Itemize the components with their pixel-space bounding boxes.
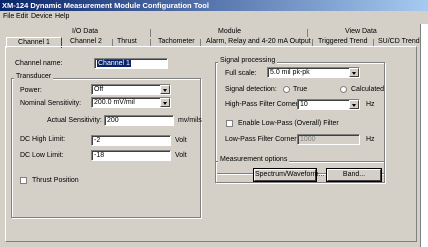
channel-name-input[interactable]: Channel 1 [94,58,168,69]
channel-name-label: Channel name: [15,60,63,67]
full-scale-value: 5.0 mil pk-pk [270,69,310,76]
tab-separator [150,29,151,37]
menu-bar: File Edit Device Help [0,11,428,24]
actual-sensitivity-unit: mv/mils [178,117,202,124]
true-radio-label: True [293,86,308,93]
transducer-group-title: Transducer [14,73,54,80]
chevron-down-icon[interactable] [160,85,170,94]
actual-sensitivity-input[interactable]: 200 [104,115,174,126]
tab-alarm-relay[interactable]: Alarm, Relay and 4-20 mA Output [206,38,311,45]
menu-edit[interactable]: Edit [16,13,28,20]
calculated-radio[interactable] [340,86,347,93]
tab-module[interactable]: Module [218,28,241,35]
dc-low-limit-input[interactable]: -18 [91,150,171,161]
power-label: Power: [20,87,42,94]
high-pass-filter-select[interactable]: 10 [297,99,360,110]
dc-high-limit-label: DC High Limit: [20,136,66,143]
high-pass-filter-label: High-Pass Filter Corner: [225,101,301,108]
dc-low-limit-unit: Volt [175,152,187,159]
thrust-position-checkbox[interactable] [20,177,27,184]
low-pass-filter-input[interactable]: 1000 [297,134,360,145]
nominal-sensitivity-label: Nominal Sensitivity: [20,100,82,107]
chevron-down-icon[interactable] [349,68,359,77]
tab-tachometer[interactable]: Tachometer [158,38,195,45]
power-value: Off [94,86,104,93]
full-scale-select[interactable]: 5.0 mil pk-pk [267,67,360,78]
actual-sensitivity-value: 200 [107,117,119,124]
low-pass-enable-label: Enable Low-Pass (Overall) Filter [238,120,339,127]
thrust-position-label: Thrust Position [32,177,79,184]
menu-file[interactable]: File [3,13,14,20]
dc-low-limit-label: DC Low Limit: [20,152,64,159]
dc-high-limit-value: -2 [94,137,101,144]
tab-thrust[interactable]: Thrust [117,38,137,45]
measurement-options-title: Measurement options [218,156,290,163]
power-select[interactable]: Off [91,84,171,95]
low-pass-enable-checkbox[interactable] [226,120,233,127]
full-scale-label: Full scale: [225,70,257,77]
channel-name-value: Channel 1 [97,60,131,67]
window-edge [420,24,428,247]
low-pass-filter-unit: Hz [366,136,375,143]
high-pass-filter-unit: Hz [366,101,375,108]
menu-help[interactable]: Help [55,13,69,20]
nominal-sensitivity-select[interactable]: 200.0 mV/mil [91,97,171,108]
low-pass-filter-label: Low-Pass Filter Corner: [225,136,299,143]
chevron-down-icon[interactable] [160,98,170,107]
dc-low-limit-value: -18 [94,152,105,159]
tab-sucd-trend[interactable]: SU/CD Trend [378,38,420,45]
tab-io-data[interactable]: I/O Data [72,28,98,35]
low-pass-filter-value: 1000 [300,136,316,143]
dc-high-limit-input[interactable]: -2 [91,135,171,146]
menu-device[interactable]: Device [31,13,52,20]
tab-view-data[interactable]: View Data [345,28,377,35]
signal-detection-label: Signal detection: [225,86,277,93]
high-pass-filter-value: 10 [300,101,308,108]
band-button[interactable]: Band... [327,169,381,181]
window-title: XM-124 Dynamic Measurement Module Config… [0,0,428,11]
tab-channel-2[interactable]: Channel 2 [70,38,102,45]
spectrum-waveform-button[interactable]: Spectrum/Waveform... [254,169,324,181]
tab-separator [307,29,308,37]
chevron-down-icon[interactable] [349,100,359,109]
dc-high-limit-unit: Volt [175,137,187,144]
nominal-sensitivity-value: 200.0 mV/mil [94,99,135,106]
true-radio[interactable] [283,86,290,93]
tab-triggered-trend[interactable]: Triggered Trend [318,38,368,45]
calculated-radio-label: Calculated [351,86,385,93]
signal-processing-title: Signal processing [218,57,278,64]
actual-sensitivity-label: Actual Sensitivity: [47,117,102,124]
